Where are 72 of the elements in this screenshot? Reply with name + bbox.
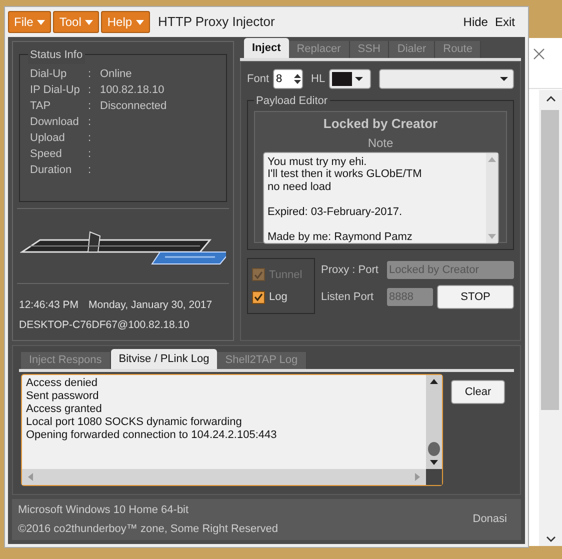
log-line: Access denied (26, 377, 99, 390)
checkbox-label: Log (269, 290, 288, 305)
listen-port-label: Listen Port (321, 290, 375, 305)
scrollbar-corner (426, 469, 442, 485)
checkbox[interactable] (252, 290, 265, 304)
host-text: DESKTOP-C76DF67@100.82.18.10 (19, 318, 190, 333)
copyright-text: ©2016 co2thunderboy™ zone, Some Right Reserved (18, 522, 278, 536)
chevron-up-icon[interactable] (546, 95, 556, 102)
color-dropdown[interactable] (329, 69, 372, 89)
proxy-label: Proxy : Port (321, 262, 380, 278)
scroll-down-icon[interactable] (430, 460, 438, 465)
window-title: HTTP Proxy Injector (158, 13, 275, 32)
scrollbar[interactable] (539, 90, 562, 546)
caret-icon (136, 20, 144, 24)
font-label: Font (247, 72, 270, 87)
colon-text: : (88, 99, 92, 113)
close-icon[interactable] (533, 48, 545, 60)
status-label: Upload (30, 131, 66, 145)
status-label: IP Dial-Up (30, 83, 81, 97)
caret-icon (85, 20, 94, 24)
status-label: Duration (30, 163, 73, 177)
chevron-down-icon[interactable] (546, 536, 556, 543)
menu-button[interactable]: Help (101, 11, 150, 33)
log-line: Opening forwarded connection to 104.24.2.105:443 (26, 429, 278, 442)
log-line: Sent password (26, 390, 100, 403)
locked-heading: Locked by Creator (323, 115, 438, 133)
note-text: You must try my ehi. I'll test then it works GLObE/TM no need load Expired: 03-February-2017. Made by me: Raymond Pamz (266, 154, 423, 243)
menu-button[interactable]: File (8, 11, 52, 33)
group-title: Payload Editor (254, 93, 330, 110)
tab[interactable]: Inject Respons (21, 352, 111, 369)
status-label: Download (30, 115, 80, 129)
colon-text: : (88, 67, 92, 81)
colon-text: : (88, 163, 92, 177)
tab[interactable]: Route (435, 41, 482, 58)
caret-icon (354, 76, 364, 82)
log-line: Local port 1080 SOCKS dynamic forwarding (26, 416, 243, 429)
status-label: TAP (30, 99, 52, 113)
status-value: Disconnected (100, 99, 167, 113)
log-text-area[interactable]: Access denied Sent password Access granted Local port 1080 SOCKS dynamic forwarding Opening forwarded connection to 104.24.2.105:443 (21, 374, 443, 486)
status-label: Speed (30, 147, 63, 161)
tab[interactable]: Replacer (288, 41, 350, 58)
time-text: 12:46:43 PM (19, 298, 79, 313)
os-text: Microsoft Windows 10 Home 64-bit (18, 503, 190, 518)
stop-button[interactable]: STOP (437, 285, 514, 309)
scroll-up-icon[interactable] (430, 379, 438, 384)
dropdown-field[interactable] (379, 69, 514, 89)
colon-text: : (88, 83, 92, 97)
tab[interactable]: Inject (244, 38, 289, 58)
status-value: 100.82.18.10 (100, 83, 164, 97)
tab[interactable]: Bitvise / PLink Log (110, 349, 218, 369)
colon-text: : (88, 131, 92, 145)
caret-icon (499, 76, 509, 82)
caret-icon (37, 20, 46, 24)
window-action[interactable]: Exit (494, 13, 515, 31)
donate-link[interactable]: Donasi (472, 511, 515, 528)
tab[interactable]: Shell2TAP Log (217, 352, 307, 369)
log-line: Access granted (26, 403, 103, 416)
menu-button[interactable]: Tool (53, 11, 100, 33)
window-action[interactable]: Hide (463, 13, 488, 31)
date-text: Monday, January 30, 2017 (88, 298, 212, 313)
font-size-spinner[interactable]: 8 (273, 69, 304, 89)
tab[interactable]: SSH (350, 41, 390, 58)
clear-button[interactable]: Clear (451, 380, 505, 404)
status-label: Dial-Up (30, 67, 68, 81)
note-label: Note (368, 134, 394, 152)
hl-label: HL (311, 72, 326, 87)
status-value: Online (100, 67, 132, 81)
scroll-thumb-icon[interactable] (428, 442, 440, 456)
spin-arrows-icon[interactable] (293, 72, 302, 86)
colon-text: : (88, 147, 92, 161)
tab[interactable]: Dialer (389, 41, 436, 58)
colon-text: : (88, 115, 92, 129)
